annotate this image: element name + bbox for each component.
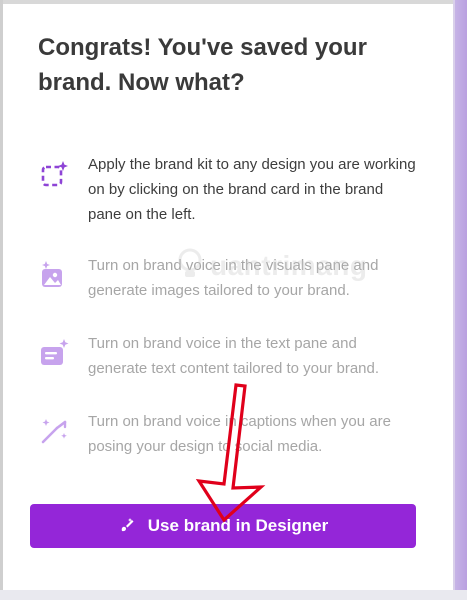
feature-visuals-brand-voice: Turn on brand voice in the visuals pane … [38,253,418,313]
feature-apply-brand-kit: Apply the brand kit to any design you ar… [38,152,418,232]
cta-label: Use brand in Designer [147,516,329,535]
feature-captions-brand-voice: Turn on brand voice in captions when you… [38,409,418,469]
feature-text: Turn on brand voice in captions when you… [88,413,391,455]
image-sparkle-icon [42,261,62,287]
feature-text-brand-voice: Turn on brand voice in the text pane and… [38,331,418,391]
feature-text: Apply the brand kit to any design you ar… [88,156,416,223]
magic-wand-icon [41,419,67,444]
brand-kit-select-icon [41,161,68,187]
brush-icon [121,518,134,532]
feature-text: Turn on brand voice in the text pane and… [88,335,380,377]
feature-text: Turn on brand voice in the visuals pane … [88,257,379,299]
text-sparkle-icon [41,339,69,365]
use-brand-in-designer-button[interactable]: Use brand in Designer [30,504,416,548]
background-gradient-edge [455,0,467,600]
window-bottom-edge [0,590,467,600]
dialog-title: Congrats! You've saved your brand. Now w… [38,34,367,96]
